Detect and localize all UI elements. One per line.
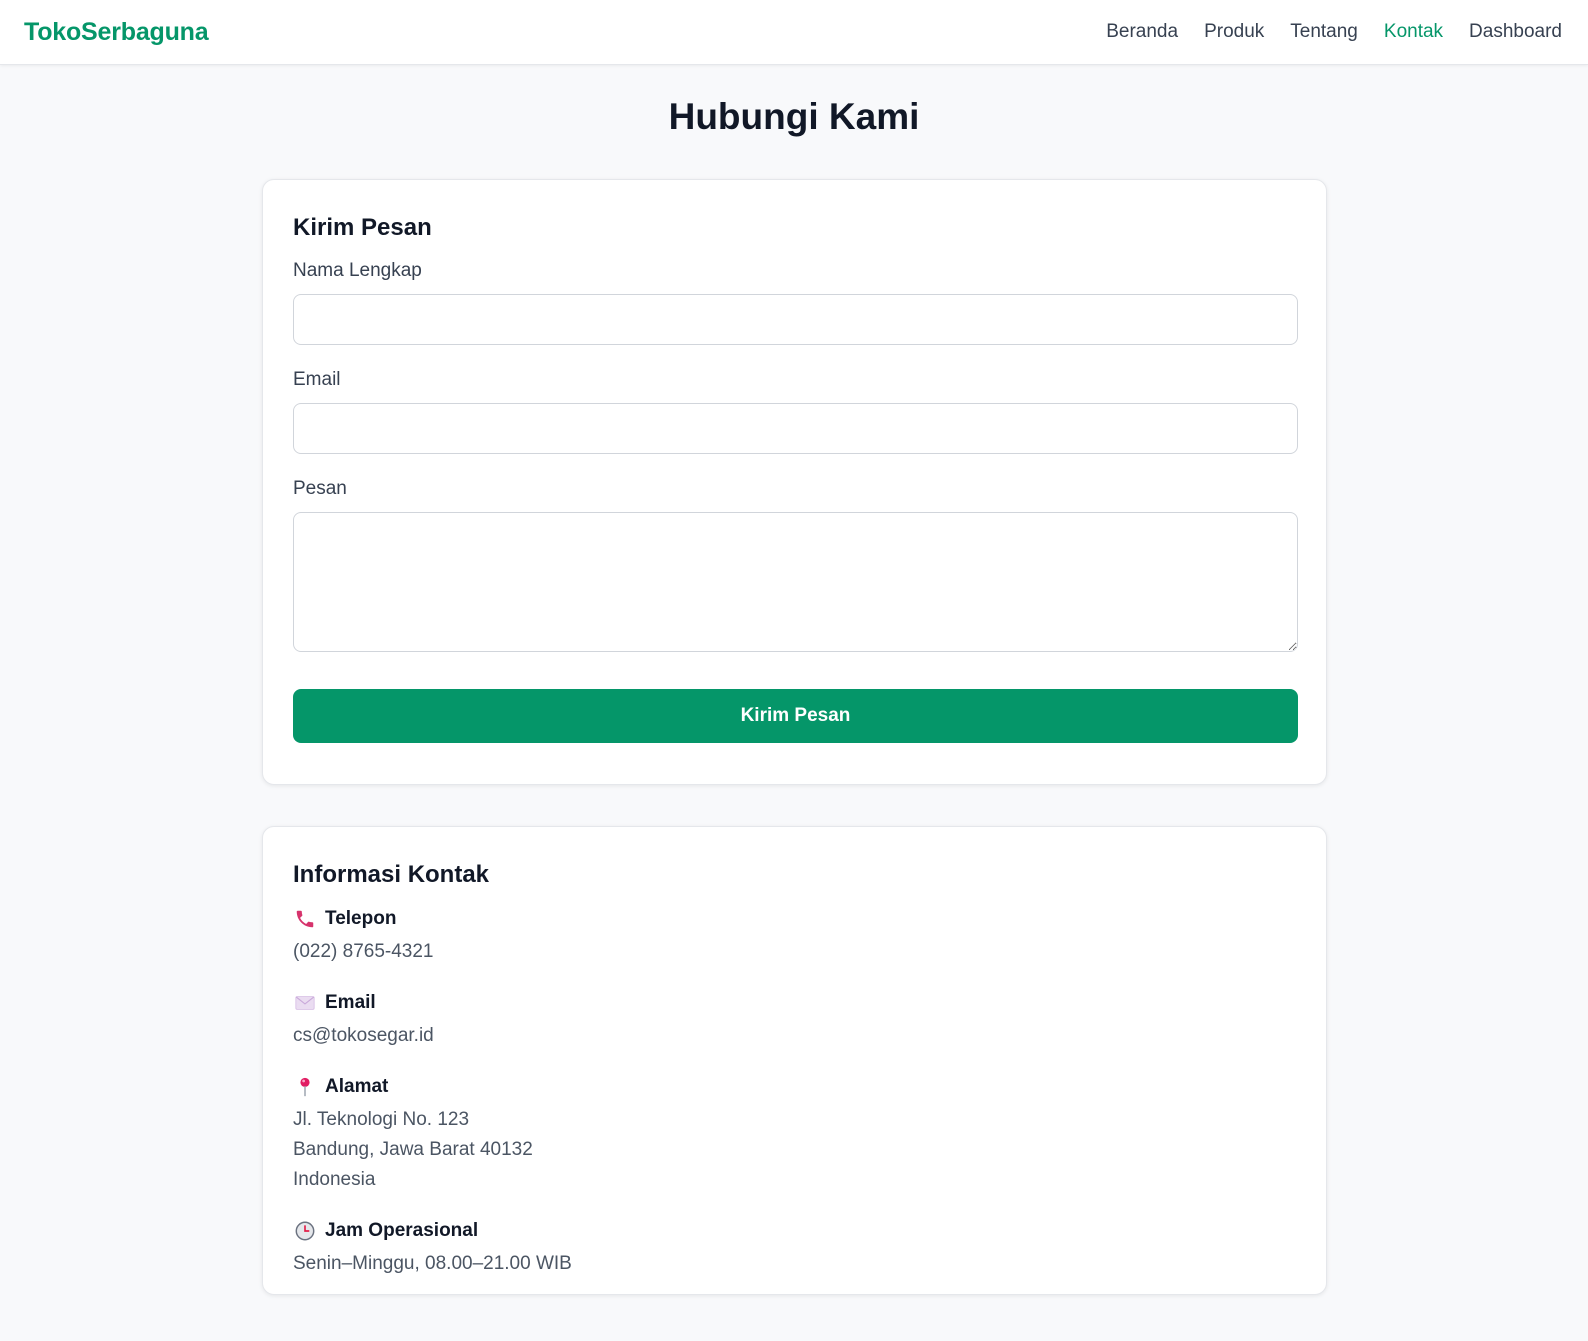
phone-block: Telepon (022) 8765-4321 [293,907,1296,967]
email-input[interactable] [293,403,1298,454]
address-heading: Alamat [293,1075,1296,1099]
phone-icon [293,907,317,931]
email-label: Email [293,369,341,390]
phone-value: (022) 8765-4321 [293,941,434,962]
nav-link-tentang[interactable]: Tentang [1290,21,1358,43]
hours-value: Senin–Minggu, 08.00–21.00 WIB [293,1253,572,1274]
nav-link-beranda[interactable]: Beranda [1106,21,1178,43]
address-line-3: Indonesia [293,1169,376,1190]
clock-icon [293,1219,317,1243]
hours-block: Jam Operasional Senin–Minggu, 08.00–21.0… [293,1219,1296,1279]
contact-info-title: Informasi Kontak [293,861,490,888]
message-textarea[interactable] [293,512,1298,652]
phone-heading: Telepon [293,907,1296,931]
phone-label: Telepon [325,908,397,929]
nav-link-kontak[interactable]: Kontak [1384,21,1443,43]
hours-heading: Jam Operasional [293,1219,1296,1243]
address-block: Alamat Jl. Teknologi No. 123 Bandung, Ja… [293,1075,1296,1195]
submit-button[interactable]: Kirim Pesan [293,689,1298,743]
contact-info-card: Informasi Kontak Telepon (022) 8765-4321… [262,826,1327,1295]
envelope-icon [293,991,317,1015]
nav-link-produk[interactable]: Produk [1204,21,1264,43]
address-line-2: Bandung, Jawa Barat 40132 [293,1139,533,1160]
message-label: Pesan [293,478,347,499]
email-block: Email cs@tokosegar.id [293,991,1296,1051]
page-title: Hubungi Kami [668,96,920,137]
address-label: Alamat [325,1076,389,1097]
contact-form-card: Kirim Pesan Nama Lengkap Email Pesan Kir… [262,179,1327,785]
form-title: Kirim Pesan [293,214,432,241]
email-info-label: Email [325,992,376,1013]
nav-link-dashboard[interactable]: Dashboard [1469,21,1562,43]
name-input[interactable] [293,294,1298,345]
brand-logo[interactable]: TokoSerbaguna [24,18,209,47]
hours-label: Jam Operasional [325,1220,479,1241]
email-value: cs@tokosegar.id [293,1025,434,1046]
map-pin-icon [293,1075,317,1099]
navbar: TokoSerbaguna Beranda Produk Tentang Kon… [0,0,1588,65]
name-label: Nama Lengkap [293,260,422,281]
email-heading: Email [293,991,1296,1015]
address-line-1: Jl. Teknologi No. 123 [293,1109,470,1130]
nav-links: Beranda Produk Tentang Kontak Dashboard [1106,21,1562,43]
